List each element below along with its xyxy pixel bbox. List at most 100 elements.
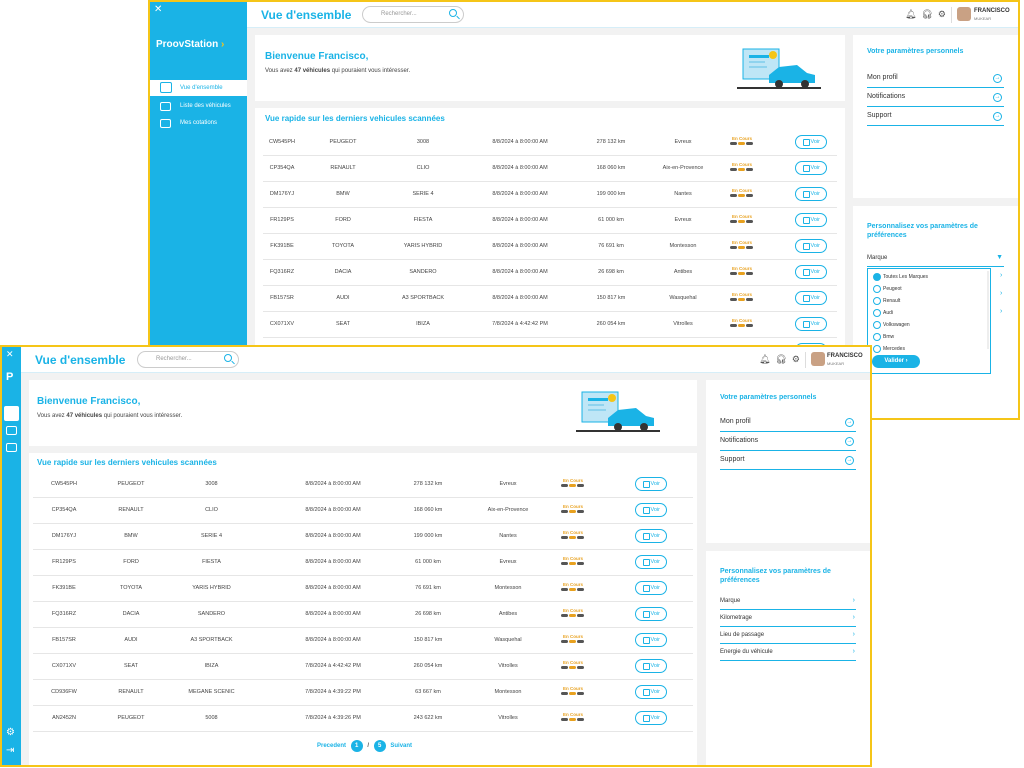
view-button[interactable]: Voir [635,711,667,725]
support-link[interactable]: Support → [720,451,856,470]
pref-mileage[interactable]: Kilometrage › [720,610,856,627]
total-pages[interactable]: 5 [373,740,386,752]
headset-icon[interactable]: 🎧︎ [775,354,786,365]
view-button[interactable]: Voir [635,633,667,647]
view-button[interactable]: Voir [795,265,827,279]
view-button[interactable]: Voir [795,187,827,201]
nav-item-vehicles[interactable]: Liste des véhicules [150,98,247,114]
gear-icon[interactable]: ⚙ [6,727,15,738]
personal-settings-card: Votre paramètres personnels Mon profil → … [706,380,870,543]
view-button[interactable]: Voir [635,503,667,517]
brand-option[interactable]: Mercedes [868,345,905,353]
table-cell: 61 000 km [598,217,624,223]
header-icons: 🔔︎ 🎧︎ ⚙ [905,9,951,20]
view-button[interactable]: Voir [635,607,667,621]
table-cell: 8/8/2024 à 8:00:00 AM [305,559,361,565]
view-button[interactable]: Voir [795,161,827,175]
profile-link[interactable]: Mon profil → [867,69,1004,88]
chevron-right-icon: › [852,597,855,604]
search-input[interactable]: Rechercher... [137,351,239,368]
status-step [577,692,584,695]
arrow-right-icon: → [993,93,1002,102]
scrollbar[interactable] [987,271,989,349]
nav-item-overview[interactable]: Vue d'ensemble [150,80,247,96]
search-input[interactable]: Rechercher... [362,6,464,23]
page-title: Vue d'ensemble [35,353,126,367]
table-cell: Montesson [494,585,522,591]
status-badge: En Cours [730,214,754,225]
table-cell: Antibes [673,269,693,275]
quote-car-icon[interactable] [6,443,17,452]
view-button[interactable]: Voir [635,555,667,569]
table-cell: SEAT [336,321,350,327]
brand-option[interactable]: Renault [868,297,900,305]
status-label: En Cours [562,660,583,665]
search-icon[interactable] [449,9,457,17]
header-icons: 🔔︎ 🎧︎ ⚙ [759,354,805,365]
pref-location[interactable]: Lieu de passage › [720,627,856,644]
status-step [738,272,745,275]
view-button[interactable]: Voir [635,529,667,543]
avatar[interactable] [811,352,825,366]
status-step [577,484,584,487]
next-button[interactable]: Suivant [390,743,412,749]
table-cell: BMW [336,191,350,197]
status-step [738,220,745,223]
brand-option[interactable]: Toutes Les Marques [868,273,928,281]
validate-button[interactable]: Valider › [872,355,920,368]
table-cell: Aix-en-Provence [662,165,704,171]
view-button[interactable]: Voir [795,213,827,227]
nav-item-quotes[interactable]: Mes cotations [150,115,247,131]
table-cell: 26 698 km [598,269,624,275]
brand-option[interactable]: Peugeot [868,285,902,293]
view-button[interactable]: Voir [795,291,827,305]
view-button[interactable]: Voir [795,317,827,331]
brand-option[interactable]: Bmw [868,333,894,341]
close-icon[interactable]: ✕ [154,4,162,15]
arrow-right-icon: → [993,74,1002,83]
avatar[interactable] [957,7,971,21]
view-button[interactable]: Voir [635,581,667,595]
view-button[interactable]: Voir [635,477,667,491]
table-cell: CX071XV [51,663,77,669]
logout-icon[interactable]: ⇥ [6,745,14,756]
bell-icon[interactable]: 🔔︎ [905,9,916,20]
table-title: Vue rapide sur les derniers vehicules sc… [265,114,445,123]
table-cell: 5008 [205,715,218,721]
arrow-right-icon: → [845,418,854,427]
support-link[interactable]: Support → [867,107,1004,126]
close-icon[interactable]: ✕ [6,349,14,360]
status-step [569,484,576,487]
view-button[interactable]: Voir [795,239,827,253]
brand-dropdown: Toutes Les Marques Peugeot Renault Audi Volk… [867,268,991,374]
table-cell: FB157SR [270,295,294,301]
brand-option[interactable]: Volkswagen [868,321,910,329]
view-button[interactable]: Voir [795,135,827,149]
status-step [738,168,745,171]
car-icon[interactable] [6,426,17,435]
profile-link[interactable]: Mon profil → [720,413,856,432]
home-icon[interactable] [4,406,19,421]
notifications-link[interactable]: Notifications → [720,432,856,451]
pref-brand[interactable]: Marque › [720,593,856,610]
user-name[interactable]: FRANCISCO MUKEAR [827,353,863,367]
notifications-link[interactable]: Notifications → [867,88,1004,107]
previous-button[interactable]: Precedent [317,743,346,749]
gear-icon[interactable]: ⚙ [792,354,800,365]
headset-icon[interactable]: 🎧︎ [921,9,932,20]
current-page[interactable]: 1 [350,740,363,752]
gear-icon[interactable]: ⚙ [938,9,946,20]
table-row: DM176YJ BMW SERIE 4 8/8/2024 à 8:00:00 AM 19… [263,182,837,208]
search-icon[interactable] [224,354,232,362]
table-cell: 76 691 km [598,243,624,249]
bell-icon[interactable]: 🔔︎ [759,354,770,365]
table-cell: FK391BE [52,585,76,591]
table-row: CW545PH PEUGEOT 3008 8/8/2024 à 8:00:00 AM 2… [33,472,693,498]
view-button[interactable]: Voir [635,659,667,673]
view-button[interactable]: Voir [635,685,667,699]
user-name[interactable]: FRANCISCO MUKEAR [974,8,1010,22]
pref-energy[interactable]: Energie du véhicule › [720,644,856,661]
table-cell: RENAULT [118,689,144,695]
brand-select[interactable]: Marque ▼ [867,250,1004,267]
brand-option[interactable]: Audi [868,309,893,317]
